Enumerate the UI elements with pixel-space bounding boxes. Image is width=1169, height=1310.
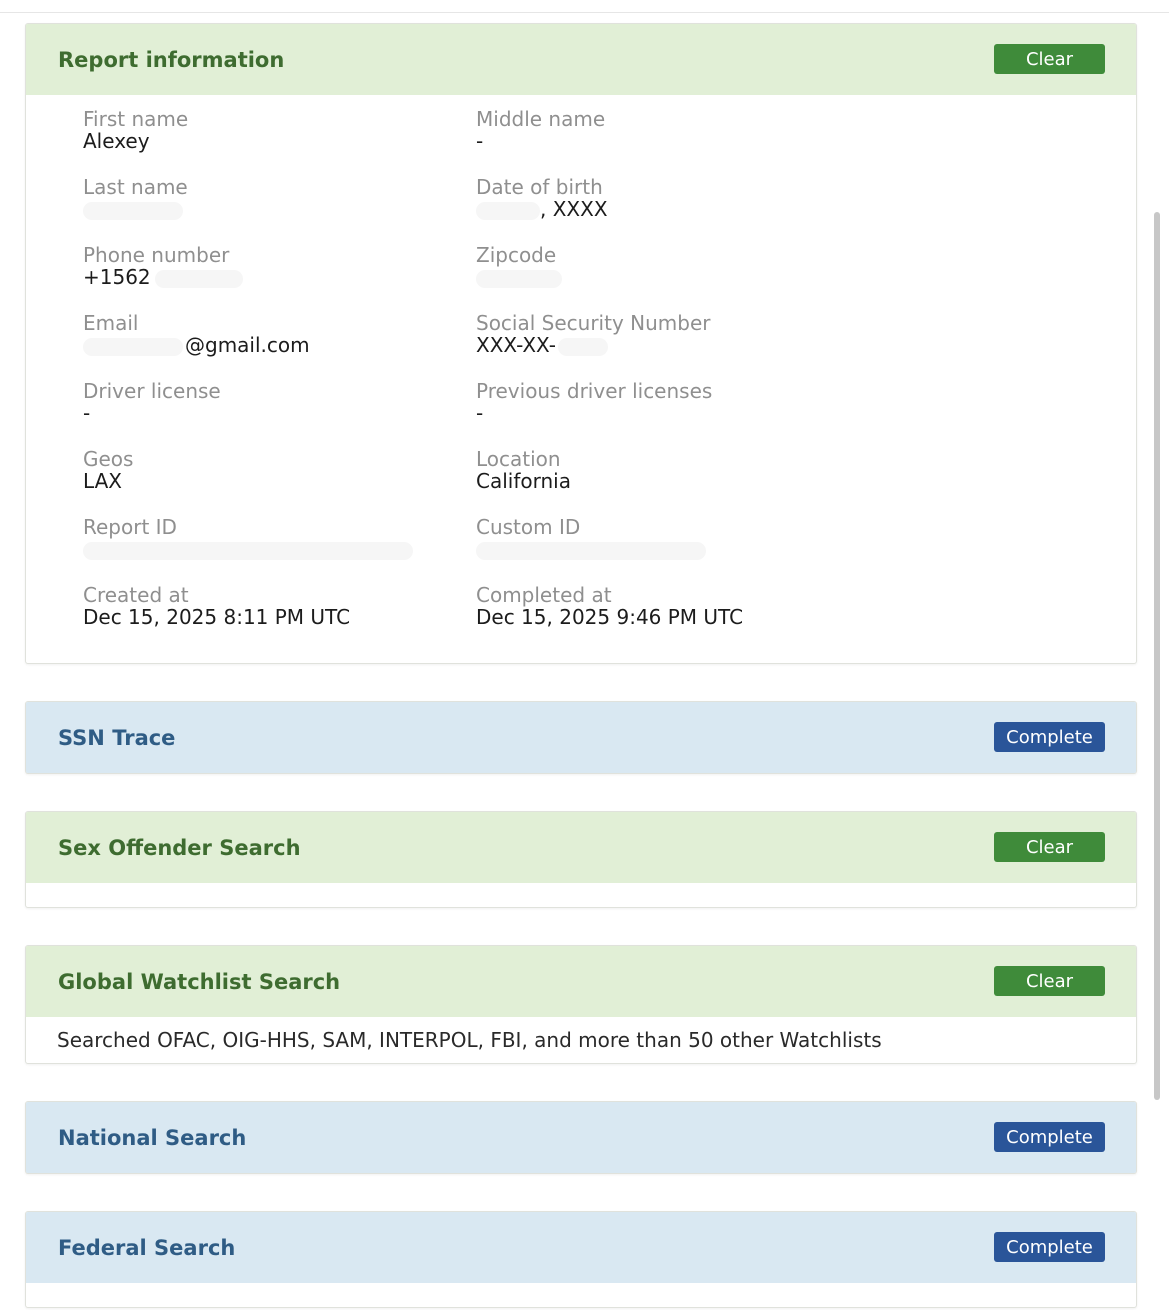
field-driver-license: Driver license - [83,380,463,424]
field-last-name: Last name [83,176,463,220]
redacted-value [83,201,183,220]
field-completed-at: Completed at Dec 15, 2025 9:46 PM UTC [476,584,856,628]
ssn-prefix: XXX-XX- [476,333,556,357]
field-value: - [476,401,484,425]
sex-offender-card: Sex Offender Search Clear [25,811,1137,908]
field-geos: Geos LAX [83,448,463,492]
field-label: Middle name [476,107,606,131]
federal-search-header[interactable]: Federal Search Complete [26,1212,1136,1283]
sex-offender-status-badge: Clear [994,832,1105,862]
national-search-card: National Search Complete [25,1101,1137,1174]
field-value [83,538,463,560]
field-value: California [476,469,571,493]
redacted-value [83,541,413,560]
field-label: Last name [83,175,188,199]
field-email: Email @gmail.com [83,312,463,356]
field-label: Zipcode [476,243,557,267]
sex-offender-header[interactable]: Sex Offender Search Clear [26,812,1136,883]
field-label: Report ID [83,515,177,539]
global-watchlist-card: Global Watchlist Search Clear Searched O… [25,945,1137,1064]
field-label: First name [83,107,189,131]
field-custom-id: Custom ID [476,516,856,560]
email-domain: @gmail.com [185,333,310,357]
redacted-value [476,541,706,560]
field-value: Alexey [83,129,150,153]
field-label: Social Security Number [476,311,711,335]
global-watchlist-header[interactable]: Global Watchlist Search Clear [26,946,1136,1017]
field-value: - [83,401,91,425]
dob-year: , XXXX [540,197,608,221]
redacted-value [557,337,608,356]
sex-offender-title: Sex Offender Search [58,835,301,860]
national-search-title: National Search [58,1125,247,1150]
field-label: Phone number [83,243,230,267]
global-watchlist-title: Global Watchlist Search [58,969,341,994]
field-value: @gmail.com [83,334,463,356]
federal-search-title: Federal Search [58,1235,236,1260]
field-previous-driver-licenses: Previous driver licenses - [476,380,856,424]
field-value: XXX-XX- [476,334,856,356]
field-label: Date of birth [476,175,603,199]
field-label: Created at [83,583,189,607]
field-label: Driver license [83,379,221,403]
redacted-value [476,201,540,220]
field-value: - [476,129,484,153]
field-label: Email [83,311,139,335]
redacted-value [154,269,243,288]
field-value: Dec 15, 2025 8:11 PM UTC [83,605,351,629]
field-ssn: Social Security Number XXX-XX- [476,312,856,356]
field-value: LAX [83,469,122,493]
field-date-of-birth: Date of birth , XXXX [476,176,856,220]
field-label: Geos [83,447,134,471]
national-search-status-badge: Complete [994,1122,1105,1152]
global-watchlist-description: Searched OFAC, OIG-HHS, SAM, INTERPOL, F… [57,1028,882,1052]
field-label: Completed at [476,583,612,607]
field-value: Dec 15, 2025 9:46 PM UTC [476,605,744,629]
field-value: , XXXX [476,198,856,220]
field-value [476,538,856,560]
field-zipcode: Zipcode [476,244,856,288]
field-label: Previous driver licenses [476,379,713,403]
report-information-card: Report information Clear First name Alex… [25,23,1137,664]
ssn-trace-status-badge: Complete [994,722,1105,752]
report-information-title: Report information [58,47,285,72]
field-value [476,266,856,288]
redacted-value [83,337,183,356]
field-location: Location California [476,448,856,492]
federal-search-card: Federal Search Complete [25,1211,1137,1308]
field-first-name: First name Alexey [83,108,463,152]
top-divider [0,12,1169,13]
report-status-badge: Clear [994,44,1105,74]
field-value [83,198,463,220]
field-middle-name: Middle name - [476,108,856,152]
field-report-id: Report ID [83,516,463,560]
federal-search-status-badge: Complete [994,1232,1105,1262]
ssn-trace-header[interactable]: SSN Trace Complete [26,702,1136,773]
report-information-header[interactable]: Report information Clear [26,24,1136,95]
redacted-value [476,269,562,288]
field-phone-number: Phone number +1562 [83,244,463,288]
field-created-at: Created at Dec 15, 2025 8:11 PM UTC [83,584,463,628]
scrollbar-thumb[interactable] [1154,212,1160,1100]
field-value: +1562 [83,266,463,288]
ssn-trace-card: SSN Trace Complete [25,701,1137,774]
report-fields: First name Alexey Middle name - Last nam… [26,95,1136,663]
national-search-header[interactable]: National Search Complete [26,1102,1136,1173]
field-label: Custom ID [476,515,581,539]
ssn-trace-title: SSN Trace [58,725,176,750]
global-watchlist-status-badge: Clear [994,966,1105,996]
field-label: Location [476,447,561,471]
phone-prefix: +1562 [83,265,151,289]
